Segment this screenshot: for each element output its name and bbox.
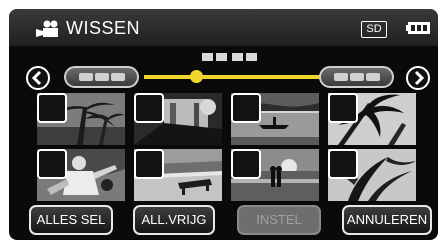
- thumbnail-palm-fronds[interactable]: [328, 93, 416, 145]
- scroll-slider-track[interactable]: [144, 75, 320, 79]
- thumbnail-leaves[interactable]: [328, 149, 416, 201]
- video-camera-icon: [36, 20, 58, 37]
- select-checkbox[interactable]: [134, 93, 164, 123]
- thumbnail-palm-trees[interactable]: [37, 93, 125, 145]
- select-checkbox[interactable]: [134, 149, 164, 179]
- sd-card-badge: SD: [361, 21, 387, 38]
- thumbnail-beach-bench[interactable]: [134, 149, 222, 201]
- set-button[interactable]: INSTEL: [237, 205, 321, 235]
- page-title: WISSEN: [66, 18, 141, 38]
- select-checkbox[interactable]: [328, 93, 358, 123]
- select-checkbox[interactable]: [37, 93, 67, 123]
- thumbnail-boat-on-water[interactable]: [231, 93, 319, 145]
- deselect-all-button[interactable]: ALL.VRIJG: [133, 205, 215, 235]
- select-all-button[interactable]: ALLES SEL: [29, 205, 113, 235]
- chevron-right-icon[interactable]: [406, 66, 430, 90]
- select-checkbox[interactable]: [328, 149, 358, 179]
- header-bar: WISSEN SD: [9, 9, 438, 46]
- select-checkbox[interactable]: [231, 93, 261, 123]
- select-checkbox[interactable]: [231, 149, 261, 179]
- scroll-slider-knob[interactable]: [190, 70, 204, 83]
- thumbnail-dark-interior[interactable]: [134, 93, 222, 145]
- next-page-button[interactable]: [319, 66, 394, 88]
- lcd-screen: WISSEN SD ALLES SEL ALL.VRIJG INSTEL ANN…: [9, 9, 438, 240]
- thumbnail-sunset-couple[interactable]: [231, 149, 319, 201]
- select-checkbox[interactable]: [37, 149, 67, 179]
- page-indicator: [202, 53, 257, 61]
- thumbnail-people-outdoor[interactable]: [37, 149, 125, 201]
- chevron-left-icon[interactable]: [26, 66, 50, 90]
- battery-icon: [406, 22, 430, 34]
- previous-page-button[interactable]: [64, 66, 139, 88]
- cancel-button[interactable]: ANNULEREN: [342, 205, 432, 235]
